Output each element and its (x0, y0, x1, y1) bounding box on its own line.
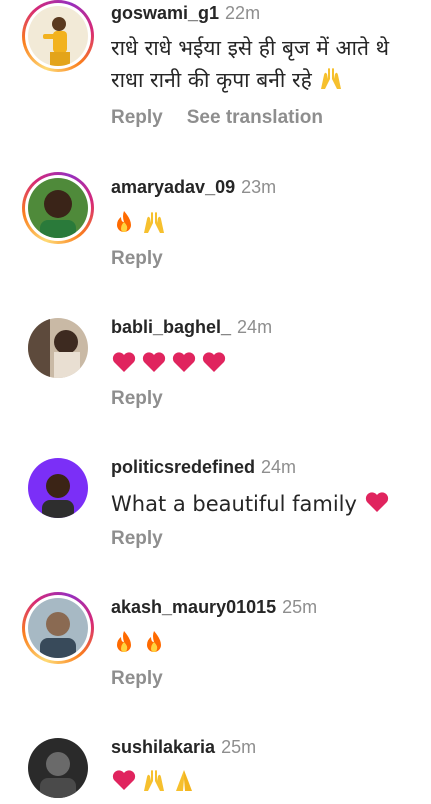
comment-username[interactable]: babli_baghel_ (111, 317, 231, 337)
raising-hands-icon (141, 209, 167, 235)
comment-text: राधे राधे भईया इसे ही बृज में आते थे राध… (111, 36, 390, 92)
reply-button[interactable]: Reply (111, 248, 163, 269)
comment-text (111, 628, 416, 660)
fire-icon (141, 629, 167, 655)
avatar[interactable] (28, 6, 88, 66)
comment-username[interactable]: goswami_g1 (111, 3, 219, 23)
comment-text (111, 766, 416, 798)
see-translation-button[interactable]: See translation (187, 107, 323, 128)
reply-button[interactable]: Reply (111, 528, 163, 549)
avatar[interactable] (28, 738, 88, 798)
comment-time: 25m (221, 737, 257, 757)
avatar[interactable] (28, 318, 88, 378)
avatar-story-ring[interactable] (22, 0, 94, 72)
comment-text (111, 208, 416, 240)
comment-time: 25m (282, 597, 318, 617)
red-heart-icon (141, 349, 167, 375)
comment-time: 24m (237, 317, 273, 337)
comment-text (111, 348, 416, 380)
avatar[interactable] (28, 458, 88, 518)
raising-hands-icon (318, 65, 344, 91)
avatar-wrapper[interactable] (22, 732, 94, 804)
comment-time: 22m (225, 3, 261, 23)
reply-button[interactable]: Reply (111, 668, 163, 689)
red-heart-icon (111, 349, 137, 375)
avatar-story-ring[interactable] (22, 172, 94, 244)
reply-button[interactable]: Reply (111, 107, 163, 128)
raising-hands-icon (141, 767, 167, 793)
comment-time: 24m (261, 457, 297, 477)
comment-text: What a beautiful family (111, 488, 416, 520)
avatar[interactable] (28, 178, 88, 238)
avatar-story-ring[interactable] (22, 592, 94, 664)
avatar-wrapper[interactable] (22, 312, 94, 384)
reply-button[interactable]: Reply (111, 388, 163, 409)
avatar-wrapper[interactable] (22, 452, 94, 524)
comment-username[interactable]: politicsredefined (111, 457, 255, 477)
comment-username[interactable]: akash_maury01015 (111, 597, 276, 617)
red-heart-icon (171, 349, 197, 375)
fire-icon (111, 209, 137, 235)
comment-username[interactable]: sushilakaria (111, 737, 215, 757)
comment-time: 23m (241, 177, 277, 197)
red-heart-icon (111, 767, 137, 793)
avatar[interactable] (28, 598, 88, 658)
fire-icon (111, 629, 137, 655)
red-heart-icon (364, 489, 390, 515)
comment-username[interactable]: amaryadav_09 (111, 177, 235, 197)
red-heart-icon (201, 349, 227, 375)
folded-hands-icon (171, 767, 197, 793)
